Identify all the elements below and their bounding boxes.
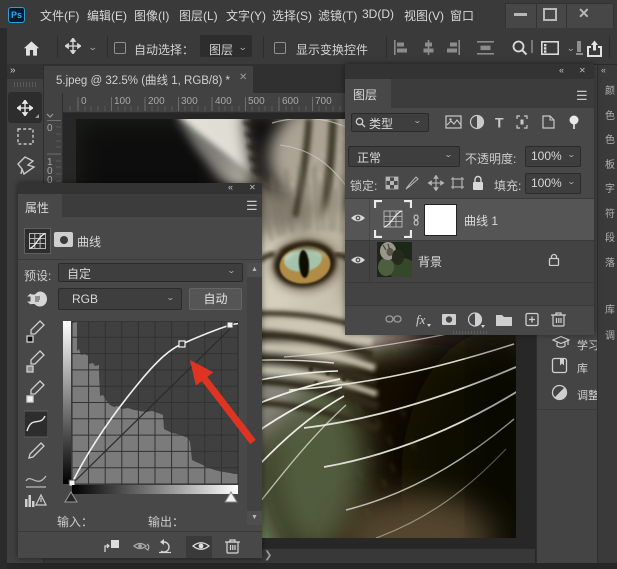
svg-text:fx: fx bbox=[416, 312, 426, 327]
svg-text:600: 600 bbox=[282, 96, 299, 107]
svg-text:200: 200 bbox=[148, 96, 165, 107]
svg-text:300: 300 bbox=[181, 96, 198, 107]
svg-text:500: 500 bbox=[248, 96, 265, 107]
svg-text:0: 0 bbox=[47, 175, 53, 183]
svg-text:0: 0 bbox=[47, 123, 53, 134]
svg-text:T: T bbox=[495, 115, 504, 131]
svg-text:0: 0 bbox=[81, 96, 87, 107]
svg-text:400: 400 bbox=[215, 96, 232, 107]
svg-text:700: 700 bbox=[315, 96, 332, 107]
svg-text:100: 100 bbox=[114, 96, 131, 107]
